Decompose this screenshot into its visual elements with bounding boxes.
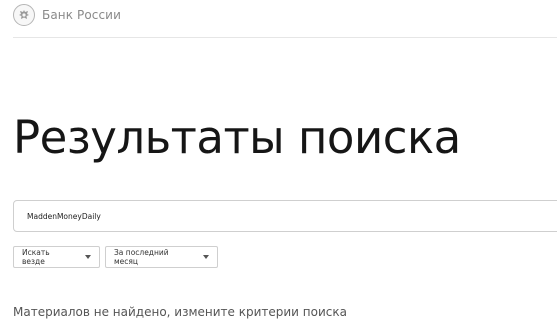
site-header: Банк России bbox=[0, 0, 557, 38]
no-results-message: Материалов не найдено, измените критерии… bbox=[13, 305, 347, 319]
page-title: Результаты поиска bbox=[13, 111, 461, 164]
eagle-emblem-icon bbox=[13, 4, 35, 26]
header-divider bbox=[13, 37, 557, 38]
search-scope-select[interactable]: Искать везде bbox=[13, 246, 100, 268]
chevron-down-icon bbox=[85, 255, 91, 259]
search-input[interactable] bbox=[27, 211, 557, 221]
search-filters: Искать везде За последний месяц bbox=[13, 246, 218, 268]
logo-text: Банк России bbox=[42, 8, 121, 22]
period-label: За последний месяц bbox=[114, 248, 169, 266]
search-scope-label: Искать везде bbox=[22, 248, 50, 266]
period-select[interactable]: За последний месяц bbox=[105, 246, 218, 268]
search-box[interactable] bbox=[13, 200, 557, 232]
chevron-down-icon bbox=[203, 255, 209, 259]
bank-logo[interactable]: Банк России bbox=[13, 4, 121, 26]
